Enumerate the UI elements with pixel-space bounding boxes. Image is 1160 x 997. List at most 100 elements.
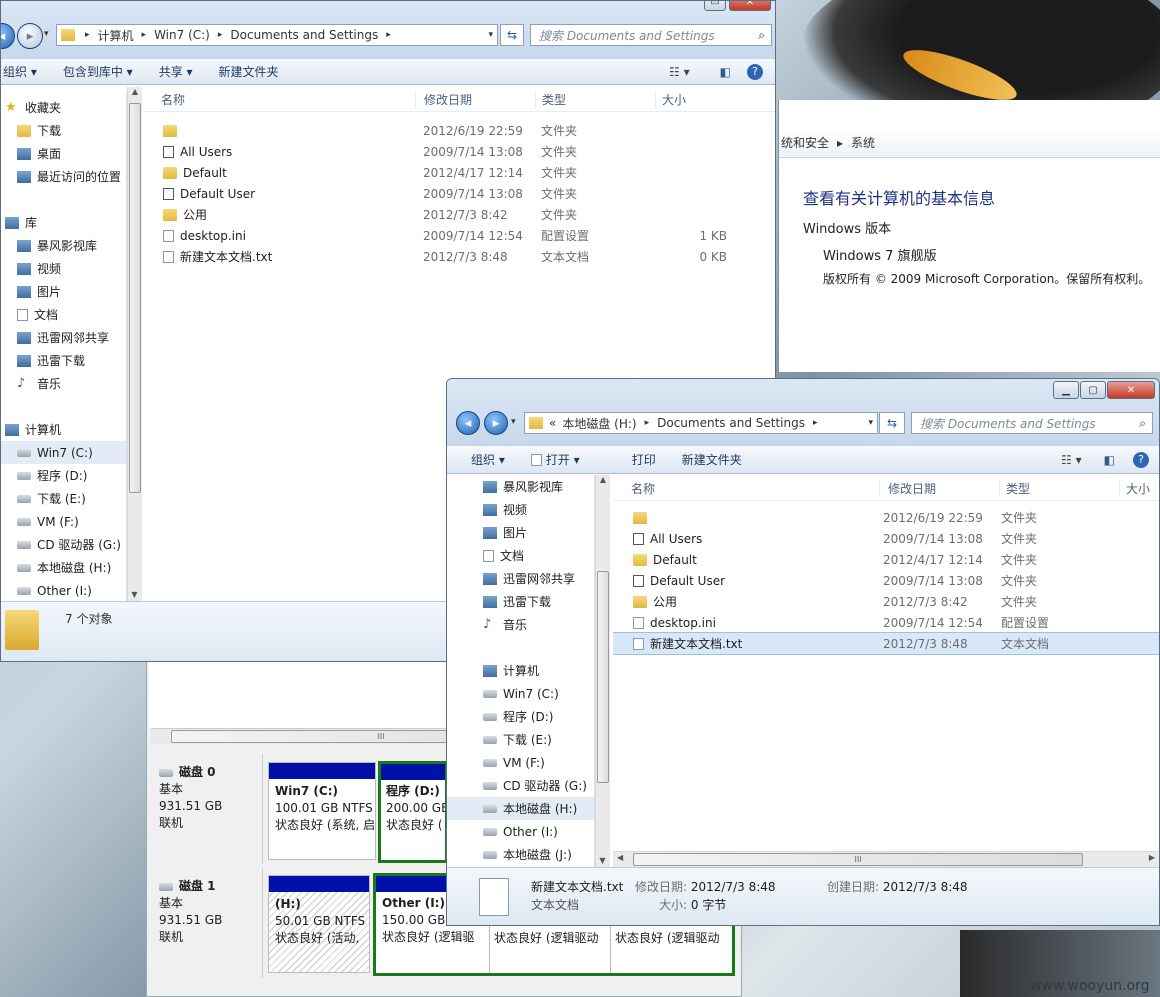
disk-1-info[interactable]: 磁盘 1 基本 931.51 GB 联机	[151, 868, 263, 978]
breadcrumb-item[interactable]: 统和安全	[781, 134, 829, 151]
nav-item[interactable]: 程序 (D:)	[1, 464, 126, 487]
file-list-hscrollbar[interactable]: ◀ III ▶	[613, 851, 1159, 867]
close-button[interactable]: ✕	[1107, 381, 1155, 399]
address-crumb[interactable]: Documents and Settings	[657, 416, 805, 430]
nav-item[interactable]: 本地磁盘 (H:)	[1, 556, 126, 579]
scroll-right-icon[interactable]: ▶	[1149, 853, 1155, 862]
print-button[interactable]: 打印	[632, 451, 656, 468]
nav-item[interactable]: 本地磁盘 (H:)	[447, 797, 594, 820]
file-row[interactable]: All Users 2009/7/14 13:08 文件夹	[143, 141, 775, 162]
column-size[interactable]: 大小	[1119, 480, 1159, 497]
partition-c[interactable]: Win7 (C:) 100.01 GB NTFS 状态良好 (系统, 启	[268, 762, 376, 860]
help-icon[interactable]: ?	[747, 63, 763, 80]
nav-item[interactable]: VM (F:)	[447, 751, 594, 774]
nav-item[interactable]: 计算机	[447, 659, 594, 682]
column-size[interactable]: 大小	[655, 91, 735, 108]
help-icon[interactable]: ?	[1133, 451, 1149, 468]
address-dropdown-icon[interactable]: ▾	[488, 30, 493, 40]
recent-pages-icon[interactable]: ▾	[511, 417, 516, 427]
search-input[interactable]: 搜索 Documents and Settings ⌕	[911, 412, 1153, 434]
address-crumb[interactable]: 计算机	[98, 27, 134, 44]
file-row[interactable]: 公用 2012/7/3 8:42 文件夹	[143, 204, 775, 225]
address-dropdown-icon[interactable]: ▾	[868, 418, 873, 428]
nav-item[interactable]: Other (I:)	[1, 579, 126, 601]
preview-pane-icon[interactable]: ◧	[720, 65, 731, 79]
nav-item[interactable]: ★ 收藏夹	[1, 96, 126, 119]
file-row[interactable]: Default User 2009/7/14 13:08 文件夹	[613, 570, 1159, 591]
nav-item[interactable]: CD 驱动器 (G:)	[1, 533, 126, 556]
file-row[interactable]: desktop.ini 2009/7/14 12:54 配置设置	[613, 612, 1159, 633]
column-name[interactable]: 名称	[143, 91, 415, 108]
nav-item[interactable]: Other (I:)	[447, 820, 594, 843]
address-bar[interactable]: « 本地磁盘 (H:) ▸ Documents and Settings ▸ ▾	[524, 412, 878, 434]
file-row[interactable]: 公用 2012/7/3 8:42 文件夹	[613, 591, 1159, 612]
scroll-up-icon[interactable]: ▲	[596, 475, 610, 484]
nav-item[interactable]: 本地磁盘 (J:)	[447, 843, 594, 866]
column-type[interactable]: 类型	[535, 91, 655, 108]
nav-item[interactable]: 迅雷网邻共享	[1, 326, 126, 349]
nav-scroll-thumb[interactable]	[129, 103, 141, 493]
view-options-icon[interactable]: ☷ ▾	[1061, 453, 1082, 467]
nav-item[interactable]: ♪ 音乐	[447, 613, 594, 636]
nav-item[interactable]: Win7 (C:)	[1, 441, 126, 464]
nav-item[interactable]: 程序 (D:)	[447, 705, 594, 728]
close-button[interactable]: ✕	[729, 1, 771, 11]
partition-h[interactable]: (H:) 50.01 GB NTFS 状态良好 (活动,	[268, 875, 370, 973]
address-crumb[interactable]: 本地磁盘 (H:)	[562, 415, 636, 432]
column-name[interactable]: 名称	[613, 480, 879, 497]
share-button[interactable]: 共享 ▾	[159, 63, 193, 80]
file-row[interactable]: desktop.ini 2009/7/14 12:54 配置设置 1 KB	[143, 225, 775, 246]
forward-button[interactable]: ▸	[484, 411, 508, 435]
minimize-button[interactable]: ▭	[704, 1, 726, 11]
search-icon[interactable]: ⌕	[758, 28, 765, 43]
nav-item[interactable]: 暴风影视库	[447, 475, 594, 498]
column-date[interactable]: 修改日期	[879, 480, 999, 497]
preview-pane-icon[interactable]: ◧	[1104, 453, 1115, 467]
nav-item[interactable]: 图片	[1, 280, 126, 303]
new-folder-button[interactable]: 新建文件夹	[219, 63, 279, 80]
nav-item[interactable]: 迅雷网邻共享	[447, 567, 594, 590]
nav-item[interactable]: 文档	[447, 544, 594, 567]
maximize-button[interactable]: ▢	[1080, 381, 1106, 399]
address-crumb[interactable]: Win7 (C:)	[154, 28, 210, 42]
scroll-down-icon[interactable]: ▼	[128, 590, 141, 599]
breadcrumb-item[interactable]: 系统	[851, 134, 875, 151]
nav-item[interactable]: 下载 (E:)	[1, 487, 126, 510]
scroll-down-icon[interactable]: ▼	[596, 856, 609, 865]
search-input[interactable]: 搜索 Documents and Settings ⌕	[530, 24, 772, 46]
nav-item[interactable]: 桌面	[1, 142, 126, 165]
search-icon[interactable]: ⌕	[1139, 416, 1146, 431]
disk-0-info[interactable]: 磁盘 0 基本 931.51 GB 联机	[151, 754, 263, 864]
open-button[interactable]: 打开 ▾	[530, 451, 606, 468]
nav-item[interactable]: 计算机	[1, 418, 126, 441]
nav-item[interactable]: 暴风影视库	[1, 234, 126, 257]
nav-item[interactable]: 图片	[447, 521, 594, 544]
file-row[interactable]: Default 2012/4/17 12:14 文件夹	[613, 549, 1159, 570]
partition-d[interactable]: 程序 (D:) 200.00 GB 状态良好 (	[378, 761, 448, 863]
address-overflow[interactable]: «	[549, 416, 556, 430]
new-folder-button[interactable]: 新建文件夹	[682, 451, 742, 468]
refresh-button[interactable]: ⇆	[500, 24, 524, 46]
refresh-button[interactable]: ⇆	[879, 412, 905, 434]
nav-scroll-thumb[interactable]	[597, 571, 609, 783]
recent-pages-icon[interactable]: ▾	[44, 29, 49, 39]
nav-scrollbar[interactable]: ▲ ▼	[127, 87, 142, 601]
file-row[interactable]: 2012/6/19 22:59 文件夹	[613, 507, 1159, 528]
nav-item[interactable]: 文档	[1, 303, 126, 326]
file-row[interactable]: Default 2012/4/17 12:14 文件夹	[143, 162, 775, 183]
column-type[interactable]: 类型	[999, 480, 1119, 497]
organize-button[interactable]: 组织 ▾	[3, 63, 37, 80]
nav-item[interactable]: 迅雷下载	[1, 349, 126, 372]
nav-item[interactable]: 下载 (E:)	[447, 728, 594, 751]
scroll-up-icon[interactable]: ▲	[128, 87, 142, 96]
nav-item[interactable]: 库	[1, 211, 126, 234]
nav-item[interactable]: 下载	[1, 119, 126, 142]
scroll-left-icon[interactable]: ◀	[617, 853, 623, 862]
nav-scrollbar[interactable]: ▲ ▼	[595, 475, 610, 867]
forward-button[interactable]: ▸	[17, 23, 43, 49]
file-row[interactable]: All Users 2009/7/14 13:08 文件夹	[613, 528, 1159, 549]
file-list-scroll-thumb[interactable]: III	[633, 853, 1083, 866]
minimize-button[interactable]: ▁	[1053, 381, 1079, 399]
nav-item[interactable]: Win7 (C:)	[447, 682, 594, 705]
nav-item[interactable]: VM (F:)	[1, 510, 126, 533]
